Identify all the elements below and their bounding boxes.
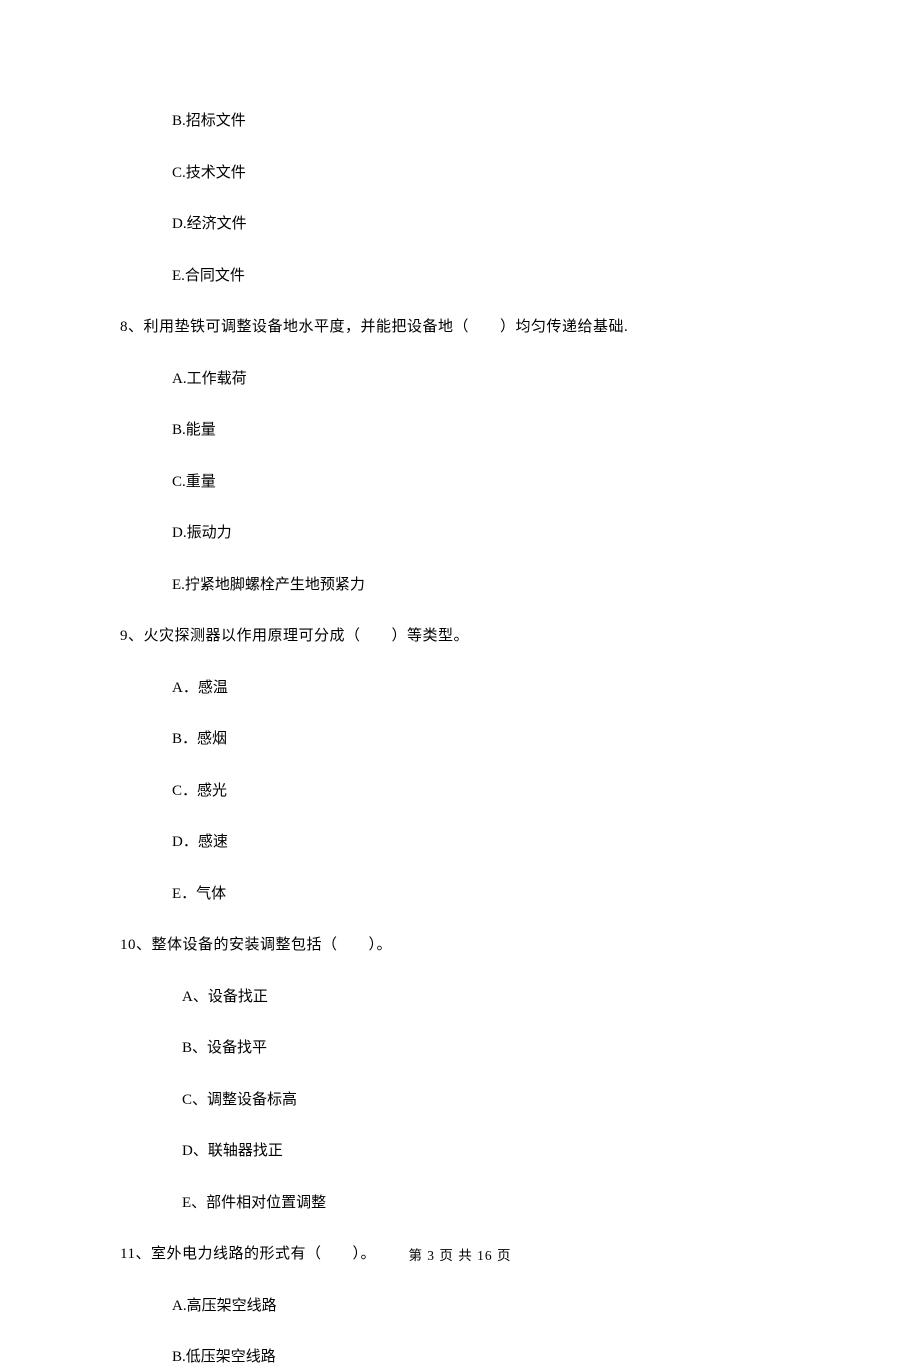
q10-option-b: B、设备找平 — [182, 1037, 800, 1060]
q7-option-e: E.合同文件 — [172, 265, 800, 288]
q8-option-e: E.拧紧地脚螺栓产生地预紧力 — [172, 574, 800, 597]
q9-stem: 9、火灾探测器以作用原理可分成（ ）等类型。 — [120, 625, 800, 648]
q9-option-c: C．感光 — [172, 780, 800, 803]
page-footer: 第 3 页 共 16 页 — [0, 1246, 920, 1266]
q9-option-b: B．感烟 — [172, 728, 800, 751]
q7-option-d: D.经济文件 — [172, 213, 800, 236]
q11-option-b: B.低压架空线路 — [172, 1346, 800, 1369]
q8-option-d: D.振动力 — [172, 522, 800, 545]
q10-option-c: C、调整设备标高 — [182, 1089, 800, 1112]
q9-option-e: E．气体 — [172, 883, 800, 906]
q11-option-a: A.高压架空线路 — [172, 1295, 800, 1318]
q7-option-b: B.招标文件 — [172, 110, 800, 133]
q8-option-a: A.工作载荷 — [172, 368, 800, 391]
document-body: B.招标文件 C.技术文件 D.经济文件 E.合同文件 8、利用垫铁可调整设备地… — [0, 0, 920, 1369]
q10-option-e: E、部件相对位置调整 — [182, 1192, 800, 1215]
q9-option-d: D．感速 — [172, 831, 800, 854]
q10-option-d: D、联轴器找正 — [182, 1140, 800, 1163]
q8-stem: 8、利用垫铁可调整设备地水平度，并能把设备地（ ）均匀传递给基础. — [120, 316, 800, 339]
q9-option-a: A．感温 — [172, 677, 800, 700]
q8-option-b: B.能量 — [172, 419, 800, 442]
q8-option-c: C.重量 — [172, 471, 800, 494]
q10-option-a: A、设备找正 — [182, 986, 800, 1009]
q10-stem: 10、整体设备的安装调整包括（ ）。 — [120, 934, 800, 957]
q7-option-c: C.技术文件 — [172, 162, 800, 185]
